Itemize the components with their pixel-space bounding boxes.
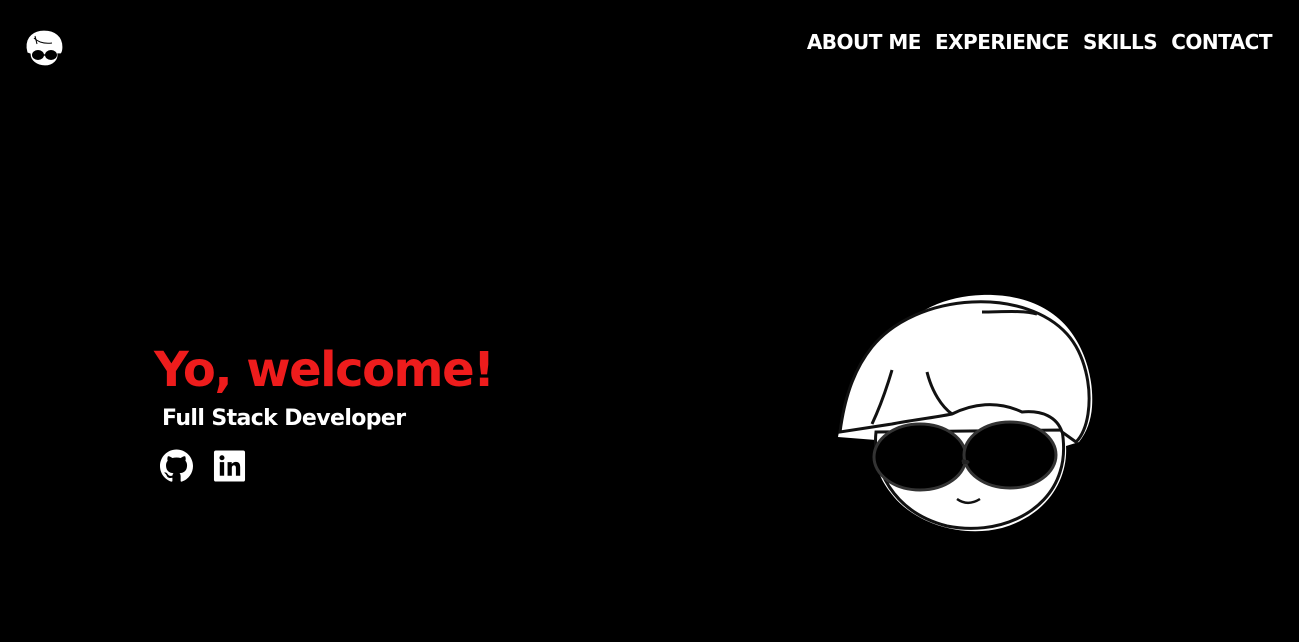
nav-experience[interactable]: EXPERIENCE bbox=[935, 30, 1069, 54]
nav-contact[interactable]: CONTACT bbox=[1171, 30, 1272, 54]
hero-text: Yo, welcome! Full Stack Developer bbox=[154, 340, 574, 434]
linkedin-icon bbox=[213, 450, 246, 482]
nav-about-me[interactable]: ABOUT ME bbox=[807, 30, 922, 54]
avatar-illustration bbox=[838, 294, 1093, 532]
hero-headline: Yo, welcome! bbox=[154, 342, 495, 398]
main-nav: ABOUT ME EXPERIENCE SKILLS CONTACT bbox=[807, 27, 1273, 57]
github-icon bbox=[160, 449, 193, 482]
linkedin-link[interactable] bbox=[213, 449, 246, 483]
page: ABOUT ME EXPERIENCE SKILLS CONTACT Yo, w… bbox=[0, 0, 1299, 642]
github-link[interactable] bbox=[160, 449, 193, 483]
social-links bbox=[160, 449, 246, 483]
avatar-logo-icon bbox=[25, 29, 64, 67]
nav-skills[interactable]: SKILLS bbox=[1083, 30, 1158, 54]
hero-subtitle: Full Stack Developer bbox=[162, 406, 406, 431]
logo-link[interactable] bbox=[22, 27, 67, 69]
